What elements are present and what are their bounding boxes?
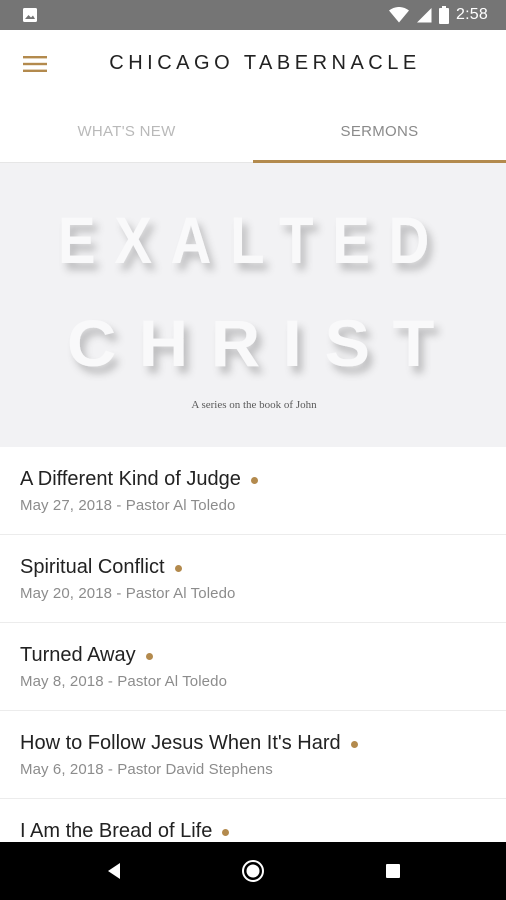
series-hero-image[interactable]: EXALTED CHRIST A series on the book of J… xyxy=(0,163,506,447)
new-indicator-dot xyxy=(174,564,182,572)
new-indicator-dot xyxy=(222,828,230,836)
status-time: 2:58 xyxy=(456,6,488,23)
signal-icon xyxy=(417,8,432,23)
sermon-item[interactable]: A Different Kind of Judge May 27, 2018 -… xyxy=(0,447,506,535)
sermon-item[interactable]: Spiritual Conflict May 20, 2018 - Pastor… xyxy=(0,535,506,623)
wifi-icon xyxy=(389,7,410,23)
new-indicator-dot xyxy=(145,652,153,660)
sermon-title: How to Follow Jesus When It's Hard xyxy=(20,732,341,754)
sermon-title: Turned Away xyxy=(20,644,136,666)
new-indicator-dot xyxy=(250,476,258,484)
tab-sermons[interactable]: SERMONS xyxy=(253,100,506,163)
sermon-title: Spiritual Conflict xyxy=(20,556,165,578)
sermon-meta: May 6, 2018 - Pastor David Stephens xyxy=(20,761,273,778)
tab-whats-new[interactable]: WHAT'S NEW xyxy=(0,100,253,162)
hero-title-line-2: CHRIST xyxy=(67,306,457,380)
app-header: CHICAGO TABERNACLE xyxy=(0,30,506,100)
recents-icon[interactable] xyxy=(381,859,405,883)
sermon-item[interactable]: How to Follow Jesus When It's Hard May 6… xyxy=(0,711,506,799)
sermon-title: A Different Kind of Judge xyxy=(20,468,241,490)
home-icon[interactable] xyxy=(241,859,265,883)
sermon-list: A Different Kind of Judge May 27, 2018 -… xyxy=(0,447,506,887)
sermon-item[interactable]: Turned Away May 8, 2018 - Pastor Al Tole… xyxy=(0,623,506,711)
sermon-title: I Am the Bread of Life xyxy=(20,820,213,842)
battery-icon xyxy=(439,6,450,24)
app-title: CHICAGO TABERNACLE xyxy=(109,52,421,74)
sermon-title-row: A Different Kind of Judge xyxy=(20,468,258,491)
sermon-title-row: I Am the Bread of Life xyxy=(20,820,230,843)
sermon-meta: May 20, 2018 - Pastor Al Toledo xyxy=(20,585,236,602)
status-bar: 2:58 xyxy=(0,0,506,30)
sermon-meta: May 8, 2018 - Pastor Al Toledo xyxy=(20,673,228,690)
sermon-title-row: Turned Away xyxy=(20,644,153,667)
sermon-title-row: How to Follow Jesus When It's Hard xyxy=(20,732,358,755)
tab-bar: WHAT'S NEW SERMONS xyxy=(0,100,506,163)
sermon-meta: May 27, 2018 - Pastor Al Toledo xyxy=(20,497,236,514)
system-nav-bar xyxy=(0,842,506,900)
hero-subtitle: A series on the book of John xyxy=(191,399,317,411)
new-indicator-dot xyxy=(350,740,358,748)
back-icon[interactable] xyxy=(103,859,127,883)
series-artwork: EXALTED CHRIST A series on the book of J… xyxy=(58,203,457,411)
image-icon xyxy=(23,8,37,22)
hero-title-line-1: EXALTED xyxy=(58,203,448,277)
sermon-title-row: Spiritual Conflict xyxy=(20,556,182,579)
